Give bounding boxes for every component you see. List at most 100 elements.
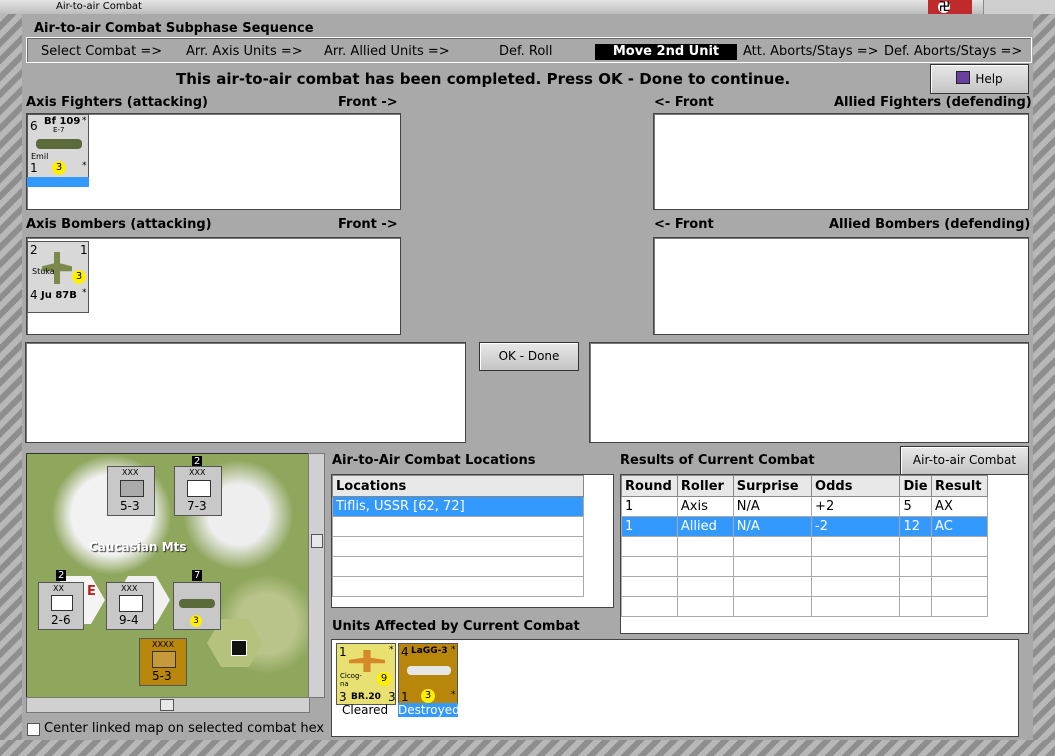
- cell: 12: [899, 516, 933, 537]
- status-message: This air-to-air combat has been complete…: [176, 70, 791, 88]
- allied-bombers-front: <- Front: [654, 217, 714, 232]
- mountain-infantry-icon: [120, 480, 144, 497]
- col-die: Die: [899, 475, 933, 497]
- table-row: [621, 576, 988, 597]
- map-unit-counter[interactable]: XXX 5-3: [107, 466, 155, 516]
- cell: +2: [811, 496, 901, 517]
- cell: Axis: [676, 496, 734, 517]
- affected-title: Units Affected by Current Combat: [332, 619, 580, 634]
- col-round: Round: [621, 475, 678, 497]
- stack-count: 7: [192, 570, 203, 581]
- seq-step-select-combat: Select Combat =>: [41, 44, 163, 59]
- allied-fighters-label: Allied Fighters (defending): [834, 95, 1032, 110]
- cell: N/A: [732, 516, 813, 537]
- counter-value: 3: [388, 690, 396, 704]
- help-button[interactable]: Help: [930, 64, 1029, 94]
- counter-range: 3: [52, 161, 66, 175]
- counter-value: 2: [30, 243, 38, 257]
- cell: -2: [811, 516, 901, 537]
- table-row[interactable]: 1 Axis N/A +2 5 AX: [621, 496, 988, 517]
- sequence-group-label: Air-to-air Combat Subphase Sequence: [34, 21, 314, 36]
- counter-nick: Emil: [31, 152, 49, 161]
- map-unit-counter[interactable]: XXXX 5-3: [139, 638, 187, 686]
- map-vertical-scrollbar[interactable]: [308, 453, 325, 698]
- map-air-counter[interactable]: 3: [173, 582, 221, 630]
- cell: 1: [621, 516, 678, 537]
- allied-message-box[interactable]: [589, 342, 1029, 443]
- selected-indicator: [27, 177, 89, 187]
- table-row: [332, 556, 584, 577]
- counter-bottom: 1: [401, 690, 409, 704]
- table-row: [332, 536, 584, 557]
- results-table-panel[interactable]: Round Roller Surprise Odds Die Result 1 …: [620, 474, 1029, 634]
- cell: 1: [621, 496, 678, 517]
- counter-bottom: 1: [30, 161, 38, 175]
- seq-step-arr-axis: Arr. Axis Units =>: [186, 44, 303, 59]
- help-book-icon: [956, 71, 971, 84]
- locations-header: Locations: [332, 475, 584, 497]
- seq-step-att-aborts: Att. Aborts/Stays =>: [743, 44, 879, 59]
- unit-strength: 5-3: [152, 669, 172, 683]
- map-horizontal-scrollbar[interactable]: [26, 697, 310, 713]
- counter-range: 3: [190, 615, 202, 627]
- center-map-checkbox[interactable]: [27, 723, 40, 736]
- axis-message-box[interactable]: [25, 342, 466, 443]
- cell: N/A: [732, 496, 813, 517]
- counter-nick: Cicog-na: [340, 672, 362, 688]
- linked-map[interactable]: Caucasian Mts E XXX 5-3 2 XXX 7-3 2 XX 2…: [26, 453, 310, 698]
- unit-size: XX: [53, 584, 64, 593]
- seq-step-arr-allied: Arr. Allied Units =>: [324, 44, 450, 59]
- center-map-checkbox-label: Center linked map on selected combat hex: [44, 721, 325, 736]
- armor-icon: [51, 595, 73, 611]
- window-control-button[interactable]: [983, 0, 1055, 14]
- help-button-label: Help: [975, 72, 1003, 86]
- map-unit-counter[interactable]: XX 2-6: [38, 582, 84, 630]
- air-combat-chart-button[interactable]: Air-to-air Combat Chart: [900, 446, 1029, 494]
- window-frame-bottom: [0, 740, 1055, 756]
- fighter-aircraft-icon: [407, 666, 451, 675]
- col-odds: Odds: [811, 475, 901, 497]
- cell: AC: [931, 516, 988, 537]
- allied-bombers-box[interactable]: [653, 237, 1029, 335]
- scroll-thumb[interactable]: [311, 534, 323, 548]
- table-row[interactable]: Tiflis, USSR [62, 72]: [332, 496, 584, 517]
- unit-counter-ju87[interactable]: 2 1 Stuka 3 4 Ju 87B *: [27, 241, 89, 313]
- map-unit-counter[interactable]: XXX 9-4: [106, 582, 154, 630]
- unit-size: XXX: [122, 468, 139, 477]
- counter-name: BR.20: [351, 692, 381, 702]
- fighter-aircraft-icon: [179, 599, 215, 608]
- ok-done-button[interactable]: OK - Done: [479, 342, 579, 371]
- window-frame-right: [1033, 14, 1055, 756]
- table-row[interactable]: 1 Allied N/A -2 12 AC: [621, 516, 988, 537]
- infantry-icon: [119, 595, 143, 612]
- counter-sub: E-7: [53, 126, 65, 134]
- counter-star: *: [451, 645, 456, 655]
- table-row: [621, 596, 988, 617]
- axis-fighters-label: Axis Fighters (attacking): [26, 95, 208, 110]
- allied-fighters-box[interactable]: [653, 113, 1029, 210]
- map-unit-counter[interactable]: XXX 7-3: [174, 466, 222, 516]
- counter-range: 3: [72, 270, 86, 284]
- bomber-aircraft-icon: [349, 650, 385, 672]
- table-row: [332, 516, 584, 537]
- unit-counter-bf109[interactable]: 6 Bf 109 E-7 * Emil 1 3 *: [27, 114, 89, 187]
- results-title: Results of Current Combat: [620, 453, 815, 468]
- infantry-icon: [152, 651, 176, 668]
- counter-name: LaGG-3: [411, 646, 448, 656]
- col-result: Result: [931, 475, 988, 497]
- window-title: Air-to-air Combat: [56, 1, 142, 12]
- counter-value: 6: [30, 119, 38, 133]
- counter-value: 1: [339, 645, 347, 659]
- cell: AX: [931, 496, 988, 517]
- table-row: [621, 556, 988, 577]
- counter-star: *: [451, 690, 456, 700]
- location-cell: Tiflis, USSR [62, 72]: [332, 496, 584, 517]
- scroll-thumb[interactable]: [160, 699, 174, 711]
- counter-star: *: [389, 645, 394, 655]
- col-surprise: Surprise: [732, 475, 813, 497]
- counter-bottom: 4: [30, 288, 38, 302]
- counter-star: *: [82, 161, 87, 171]
- locations-list[interactable]: Locations Tiflis, USSR [62, 72]: [331, 474, 614, 608]
- unit-counter-lagg3[interactable]: 4 LaGG-3 * 1 3 *: [398, 643, 458, 705]
- unit-counter-br20[interactable]: 1 * Cicog-na 9 3 BR.20 3: [336, 643, 396, 705]
